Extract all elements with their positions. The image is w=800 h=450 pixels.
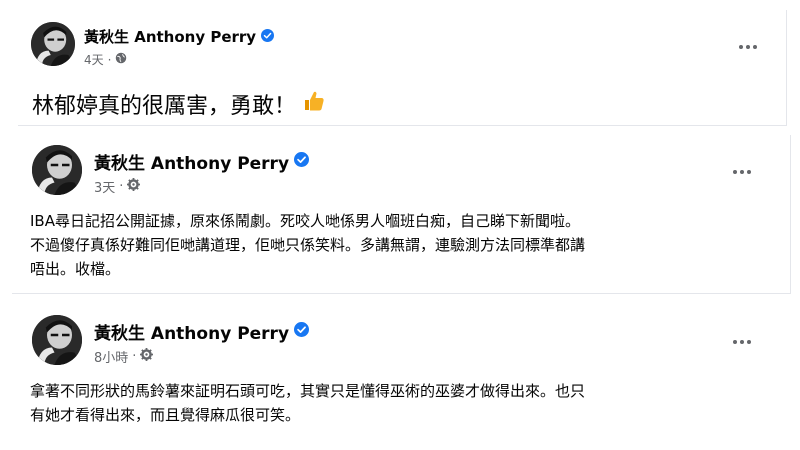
post-card: 黃秋生 Anthony Perry 4天 · 林郁婷真的很厲害，勇敢！ xyxy=(18,10,787,126)
meta-separator: · xyxy=(107,52,112,67)
verified-icon xyxy=(261,28,275,46)
post-card: 黃秋生 Anthony Perry 3天 · IBA尋日記招公開証據，原來係鬧劇… xyxy=(12,135,791,294)
verified-icon xyxy=(294,151,310,172)
post-text-line: IBA尋日記招公開証據，原來係鬧劇。死咬人哋係男人嗰班白痴，自己睇下新聞啦。 xyxy=(30,212,580,230)
avatar-image xyxy=(32,315,82,365)
avatar-image xyxy=(31,22,75,66)
thumbs-up-icon xyxy=(302,89,326,119)
post-text-line: 不過傻仔真係好難同佢哋講道理，佢哋只係笑料。多講無謂，連驗測方法同標準都講 xyxy=(30,236,586,254)
author-name[interactable]: 黃秋生 Anthony Perry xyxy=(84,26,256,47)
avatar[interactable] xyxy=(31,22,75,66)
post-timestamp[interactable]: 4天 xyxy=(84,51,104,68)
author-name[interactable]: 黃秋生 Anthony Perry xyxy=(94,149,289,174)
settings-gear-icon xyxy=(127,178,141,195)
meta-separator: · xyxy=(132,349,137,364)
avatar[interactable] xyxy=(32,315,82,365)
verified-icon xyxy=(294,321,310,342)
audience-icon xyxy=(115,52,127,67)
post-text-line: 唔出。收檔。 xyxy=(30,260,121,278)
settings-gear-icon xyxy=(140,348,154,365)
author-name[interactable]: 黃秋生 Anthony Perry xyxy=(94,319,289,344)
more-options-icon[interactable] xyxy=(736,42,760,52)
post-timestamp[interactable]: 3天 xyxy=(94,177,115,196)
avatar-image xyxy=(32,145,82,195)
more-options-icon[interactable] xyxy=(730,337,754,347)
more-options-icon[interactable] xyxy=(730,167,754,177)
meta-separator: · xyxy=(119,179,124,194)
post-card: 黃秋生 Anthony Perry 8小時 · 拿著不同形狀的馬鈴薯來証明石頭可… xyxy=(12,305,790,445)
post-text: 林郁婷真的很厲害，勇敢！ xyxy=(32,94,297,119)
avatar[interactable] xyxy=(32,145,82,195)
post-timestamp[interactable]: 8小時 xyxy=(94,347,128,366)
post-text-line: 有她才看得出來，而且覺得麻瓜很可笑。 xyxy=(30,406,301,424)
post-text-line: 拿著不同形狀的馬鈴薯來証明石頭可吃，其實只是懂得巫術的巫婆才做得出來。也只 xyxy=(30,382,586,400)
